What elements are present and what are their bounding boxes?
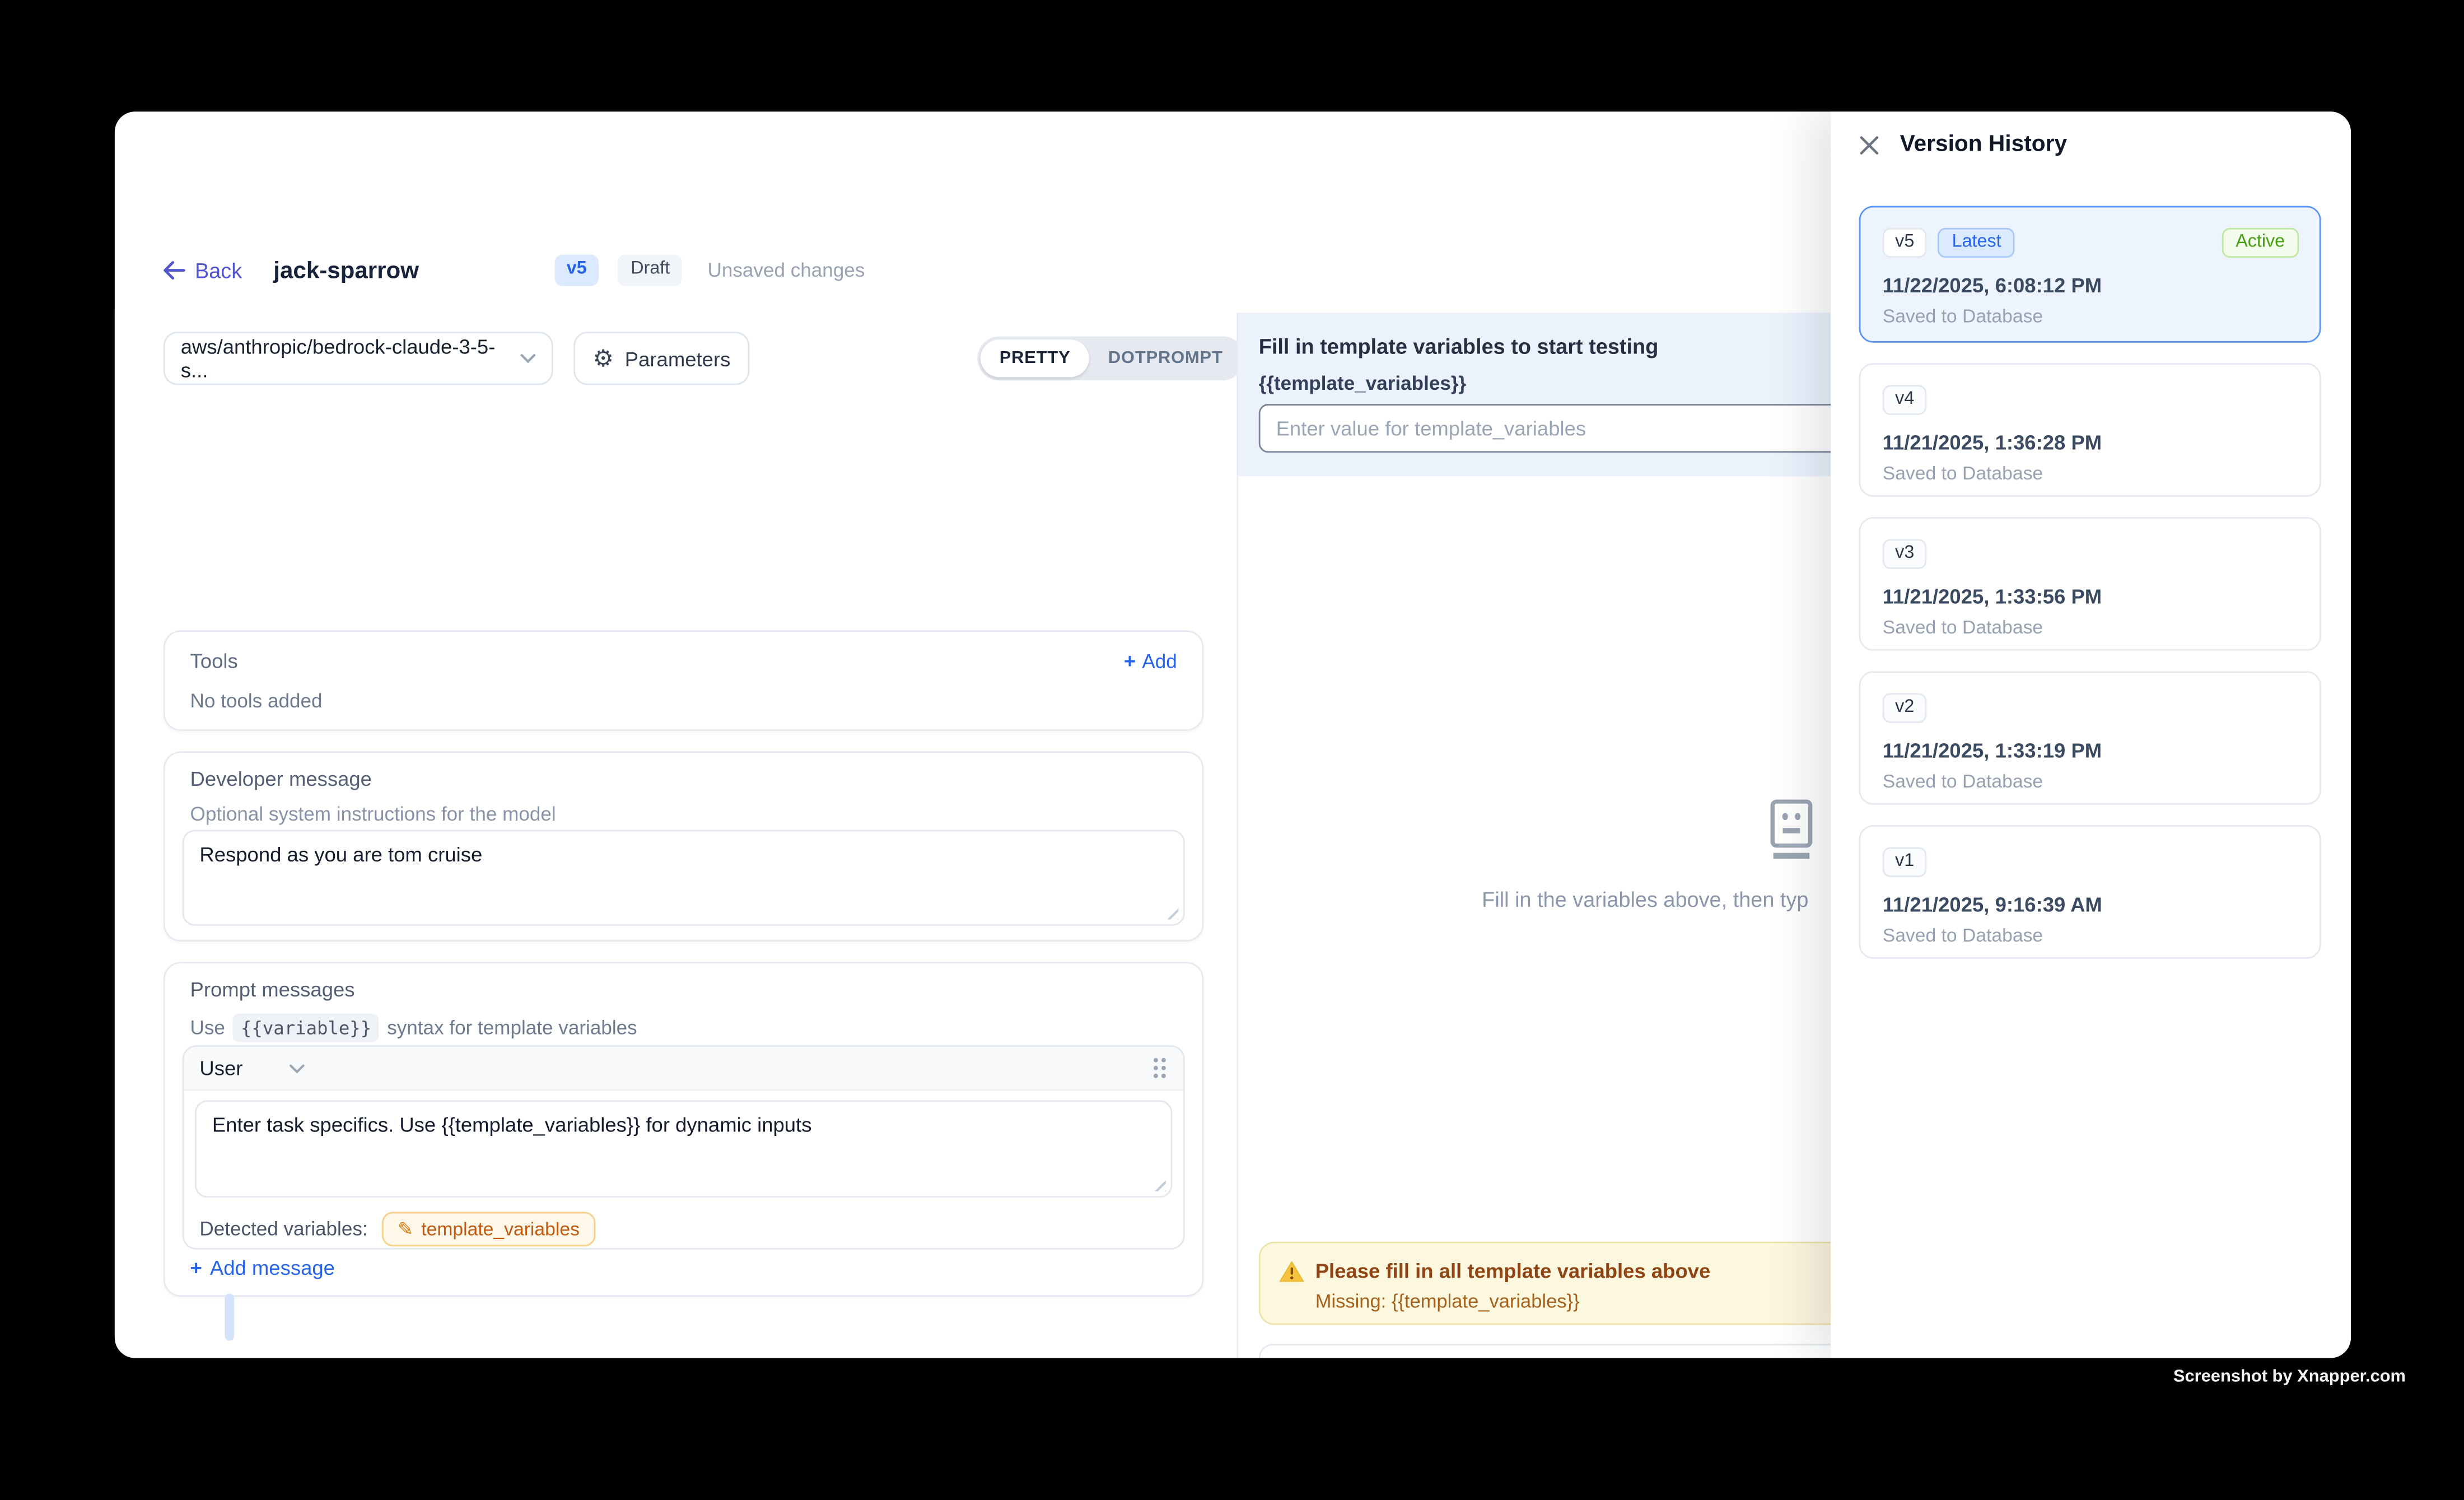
version-list: v5 Latest Active 11/22/2025, 6:08:12 PM … (1859, 206, 2321, 980)
model-select-value: aws/anthropic/bedrock-claude-3-5-s... (181, 335, 520, 382)
version-card[interactable]: v3 11/21/2025, 1:33:56 PM Saved to Datab… (1859, 517, 2321, 651)
version-source: Saved to Database (1883, 304, 2298, 326)
toggle-pretty[interactable]: PRETTY (981, 339, 1089, 377)
add-message-button[interactable]: + Add message (190, 1256, 335, 1279)
plus-icon: + (1124, 651, 1136, 671)
plus-icon: + (190, 1257, 202, 1278)
warning-title: Please fill in all template variables ab… (1315, 1259, 1711, 1283)
hint-prefix: Use (190, 1017, 225, 1039)
robot-face-icon (1762, 797, 1822, 860)
fill-variables-title: Fill in template variables to start test… (1259, 335, 1659, 358)
hint-suffix: syntax for template variables (387, 1017, 637, 1039)
version-source: Saved to Database (1883, 770, 2298, 791)
parameters-label: Parameters (625, 347, 731, 370)
version-timestamp: 11/21/2025, 1:33:56 PM (1883, 584, 2298, 607)
version-card[interactable]: v2 11/21/2025, 1:33:19 PM Saved to Datab… (1859, 671, 2321, 805)
developer-message-textarea[interactable]: Respond as you are tom cruise (183, 830, 1185, 926)
app-window: Back jack-sparrow v5 Draft Unsaved chang… (115, 111, 2351, 1358)
draft-badge: Draft (618, 255, 683, 286)
version-number-badge: v5 (1883, 228, 1927, 257)
tools-title: Tools (190, 649, 238, 673)
message-role-header: User (184, 1047, 1183, 1091)
add-message-label: Add message (210, 1256, 335, 1279)
latest-badge: Latest (1938, 228, 2015, 257)
version-number-badge: v3 (1883, 539, 1927, 568)
drag-handle-icon[interactable] (1152, 1056, 1168, 1080)
version-history-panel: Version History v5 Latest Active 11/22/2… (1831, 111, 2351, 1358)
version-number-badge: v2 (1883, 693, 1927, 722)
prompt-message-block: User Enter task sp (183, 1045, 1185, 1250)
version-card[interactable]: v5 Latest Active 11/22/2025, 6:08:12 PM … (1859, 206, 2321, 343)
developer-message-subtitle: Optional system instructions for the mod… (165, 790, 1202, 825)
version-timestamp: 11/21/2025, 1:33:19 PM (1883, 738, 2298, 761)
developer-message-title: Developer message (165, 753, 1202, 790)
version-chips-row: v2 (1883, 693, 2298, 722)
prompt-messages-card: Prompt messages Use {{variable}} syntax … (164, 962, 1204, 1297)
prompt-messages-title: Prompt messages (165, 963, 1202, 1001)
prompt-messages-hint: Use {{variable}} syntax for template var… (165, 1001, 1202, 1042)
version-badge: v5 (554, 255, 599, 286)
version-history-title: Version History (1900, 132, 2068, 157)
arrow-left-icon (164, 261, 185, 280)
developer-message-field-wrap: Respond as you are tom cruise (183, 830, 1185, 926)
watermark-text: Screenshot by Xnapper.com (2173, 1367, 2406, 1386)
template-variable-label: {{template_variables}} (1259, 372, 1466, 394)
screenshot-stage: Back jack-sparrow v5 Draft Unsaved chang… (0, 0, 2464, 1499)
version-timestamp: 11/21/2025, 9:16:39 AM (1883, 892, 2298, 915)
message-field-wrap: Enter task specifics. Use {{template_var… (195, 1100, 1172, 1198)
role-select[interactable]: User (199, 1056, 242, 1080)
tools-empty-text: No tools added (165, 673, 1202, 712)
empty-state-text: Fill in the variables above, then typ (1482, 888, 1808, 911)
model-select[interactable]: aws/anthropic/bedrock-claude-3-5-s... (164, 332, 553, 385)
developer-message-card: Developer message Optional system instru… (164, 751, 1204, 942)
format-toggle: PRETTY DOTPROMPT (977, 337, 1245, 381)
detected-variables-row: Detected variables: ✎ template_variables (199, 1212, 595, 1247)
variable-syntax-chip: {{variable}} (233, 1014, 379, 1042)
toggle-dotprompt[interactable]: DOTPROMPT (1089, 339, 1242, 377)
version-timestamp: 11/21/2025, 1:36:28 PM (1883, 430, 2298, 453)
version-card[interactable]: v4 11/21/2025, 1:36:28 PM Saved to Datab… (1859, 363, 2321, 497)
template-variable-name: template_variables (421, 1218, 580, 1240)
editor-pane: aws/anthropic/bedrock-claude-3-5-s... ⚙ … (115, 313, 1237, 1358)
version-chips-row: v4 (1883, 385, 2298, 414)
version-number-badge: v4 (1883, 385, 1927, 414)
pencil-icon: ✎ (398, 1220, 413, 1239)
chevron-down-icon[interactable] (290, 1063, 306, 1073)
version-source: Saved to Database (1883, 924, 2298, 945)
version-source: Saved to Database (1883, 616, 2298, 637)
gear-icon: ⚙ (592, 347, 614, 370)
close-icon[interactable] (1859, 134, 1879, 155)
drawer-handle[interactable] (224, 1293, 234, 1340)
back-label: Back (195, 259, 242, 282)
chevron-down-icon (520, 353, 536, 363)
version-history-header: Version History (1831, 111, 2351, 157)
version-card[interactable]: v1 11/21/2025, 9:16:39 AM Saved to Datab… (1859, 825, 2321, 959)
parameters-button[interactable]: ⚙ Parameters (573, 332, 749, 385)
unsaved-changes-label: Unsaved changes (708, 259, 865, 281)
back-button[interactable]: Back (164, 259, 242, 282)
active-badge: Active (2222, 228, 2299, 257)
version-number-badge: v1 (1883, 847, 1927, 876)
version-source: Saved to Database (1883, 462, 2298, 483)
version-chips-row: v3 (1883, 539, 2298, 568)
page-title: jack-sparrow (273, 257, 419, 284)
version-timestamp: 11/22/2025, 6:08:12 PM (1883, 273, 2298, 296)
app-header: Back jack-sparrow v5 Draft Unsaved chang… (164, 247, 865, 294)
detected-variables-label: Detected variables: (199, 1218, 367, 1240)
version-chips-row: v1 (1883, 847, 2298, 876)
warning-triangle-icon (1279, 1260, 1304, 1282)
add-tool-button[interactable]: + Add (1124, 650, 1177, 672)
template-variable-badge[interactable]: ✎ template_variables (382, 1212, 595, 1247)
tools-card: Tools + Add No tools added (164, 630, 1204, 731)
message-textarea[interactable]: Enter task specifics. Use {{template_var… (195, 1100, 1172, 1198)
add-tool-label: Add (1142, 650, 1177, 672)
